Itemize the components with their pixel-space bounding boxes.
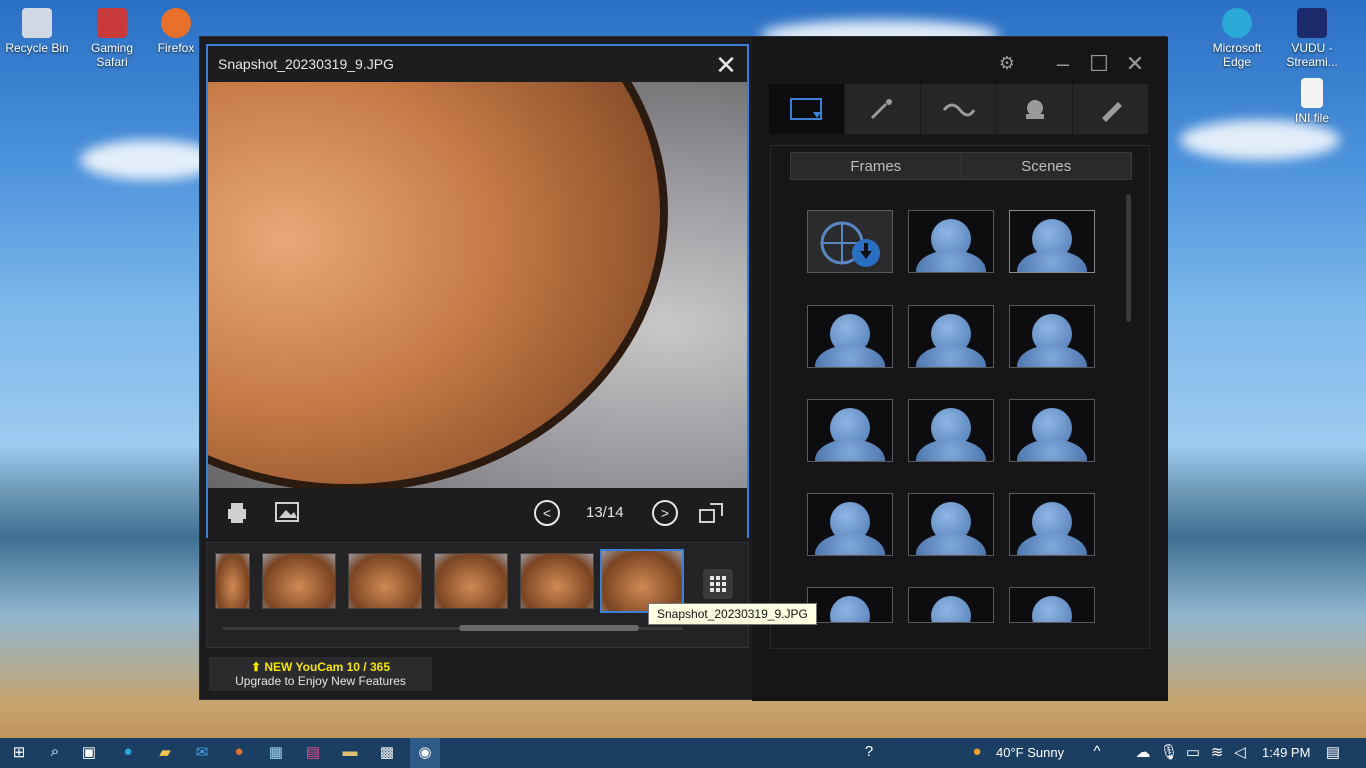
app-taskbar-icon[interactable]: ▤ (302, 743, 324, 763)
particle-effects-button[interactable] (921, 84, 997, 134)
promo-subtext: Upgrade to Enjoy New Features (235, 674, 406, 688)
frame-thumbnail[interactable] (908, 399, 994, 462)
frame-thumbnail[interactable] (908, 305, 994, 368)
penny-closeup (208, 82, 668, 488)
search-icon[interactable]: ⌕ (44, 743, 66, 763)
magic-effects-button[interactable] (845, 84, 921, 134)
archive-icon[interactable]: ▬ (339, 743, 361, 763)
desktop-icon-recycle-bin[interactable]: Recycle Bin (1, 8, 73, 55)
desktop-icon-gaming-safari[interactable]: Gaming Safari (76, 8, 148, 69)
edge-icon (1222, 8, 1252, 38)
particle-effects-icon (942, 103, 975, 117)
start-button[interactable]: ⊞ (8, 743, 30, 763)
battery-icon[interactable]: ▭ (1182, 743, 1204, 763)
frame-thumbnail[interactable] (908, 493, 994, 556)
weather-text[interactable]: 40°F Sunny (996, 745, 1064, 760)
thumbnail-tooltip: Snapshot_20230319_9.JPG (648, 603, 817, 625)
thumbnail[interactable] (348, 553, 422, 609)
cloud (1180, 120, 1340, 160)
thumbnail[interactable] (215, 553, 250, 609)
next-button[interactable]: > (652, 500, 678, 526)
avatar-effects-icon (1025, 100, 1044, 119)
frame-thumbnail[interactable] (1009, 493, 1095, 556)
photo-counter: 13/14 (586, 504, 624, 521)
frame-thumbnail[interactable] (1009, 210, 1095, 273)
desktop-icon-firefox[interactable]: Firefox (150, 8, 202, 55)
volume-icon[interactable]: ◁ (1229, 743, 1251, 763)
thumbnail[interactable] (262, 553, 336, 609)
promo-headline: ⬆ NEW YouCam 10 / 365 (250, 660, 390, 674)
task-view-icon[interactable]: ▣ (78, 743, 100, 763)
weather-sun-icon: ● (972, 743, 982, 760)
frame-thumbnail[interactable] (807, 587, 893, 623)
thumbnail[interactable] (434, 553, 508, 609)
frame-thumbnail[interactable] (807, 305, 893, 368)
fullscreen-icon[interactable] (698, 500, 726, 526)
previous-button[interactable]: < (534, 500, 560, 526)
onedrive-icon[interactable]: ☁ (1132, 743, 1154, 763)
firefox-taskbar-icon[interactable]: ● (228, 743, 250, 763)
frame-thumbnail[interactable] (807, 399, 893, 462)
microphone-icon[interactable]: 🎙 (1158, 743, 1180, 763)
tab-scenes[interactable]: Scenes (960, 153, 1131, 179)
magic-effects-icon (870, 99, 892, 120)
gaming-safari-icon (97, 8, 127, 38)
snapshot-photo (208, 82, 747, 488)
close-button[interactable]: ✕ (1120, 51, 1150, 77)
grid-icon (710, 576, 726, 592)
desktop-icon-ini-file[interactable]: INI file (1276, 78, 1348, 125)
frame-tool-icon (789, 98, 822, 120)
frames-scrollbar[interactable] (1126, 194, 1131, 322)
recycle-bin-icon (22, 8, 52, 38)
store-icon[interactable]: ▩ (376, 743, 398, 763)
viewer-title: Snapshot_20230319_9.JPG (218, 56, 394, 72)
frame-thumbnail[interactable] (1009, 399, 1095, 462)
chevron-up-icon[interactable]: ^ (1086, 743, 1108, 763)
ini-file-icon (1301, 78, 1323, 108)
download-frames-tile[interactable] (807, 210, 893, 273)
frames-scenes-tabs: Frames Scenes (790, 152, 1132, 180)
edge-taskbar-icon[interactable]: ● (117, 743, 139, 763)
frame-thumbnail[interactable] (1009, 305, 1095, 368)
firefox-icon (161, 8, 191, 38)
file-explorer-icon[interactable]: ▰ (154, 743, 176, 763)
print-icon[interactable] (224, 500, 250, 526)
frame-thumbnail[interactable] (908, 587, 994, 623)
draw-icon (1101, 102, 1122, 122)
wifi-icon[interactable]: ≋ (1206, 743, 1228, 763)
draw-button[interactable] (1073, 84, 1149, 134)
frame-thumbnail[interactable] (908, 210, 994, 273)
frame-thumbnail[interactable] (1009, 587, 1095, 623)
clock[interactable]: 1:49 PM (1262, 745, 1310, 760)
globe-download-icon (820, 221, 880, 267)
viewer-close-icon[interactable]: ✕ (711, 50, 741, 81)
tab-frames[interactable]: Frames (791, 153, 961, 179)
desktop-icon-vudu[interactable]: VUDU - Streami... (1276, 8, 1348, 69)
mail-icon[interactable]: ✉ (191, 743, 213, 763)
maximize-button[interactable]: ☐ (1084, 51, 1114, 77)
thumbnail[interactable] (520, 553, 594, 609)
filmstrip (206, 542, 749, 648)
viewer-controls: < 13/14 > (208, 488, 747, 538)
upgrade-arrow-icon: ⬆ (250, 660, 262, 674)
upgrade-promo[interactable]: ⬆ NEW YouCam 10 / 365 Upgrade to Enjoy N… (209, 657, 432, 691)
frame-thumbnail[interactable] (807, 493, 893, 556)
filmstrip-scroll-thumb[interactable] (459, 625, 639, 631)
notifications-icon[interactable]: ▤ (1322, 743, 1344, 763)
desktop-icon-edge[interactable]: Microsoft Edge (1201, 8, 1273, 69)
photo-viewer: Snapshot_20230319_9.JPG ✕ < 13/14 > (206, 44, 749, 538)
help-icon[interactable]: ? (858, 743, 880, 763)
settings-icon[interactable]: ⚙ (992, 53, 1022, 74)
taskbar: ⊞ ⌕ ▣ ● ▰ ✉ ● ▦ ▤ ▬ ▩ ◉ ? ● 40°F Sunny ^… (0, 738, 1366, 768)
avatar-effects-button[interactable] (997, 84, 1073, 134)
youcam-taskbar-icon[interactable]: ◉ (410, 738, 440, 768)
frame-tool-button[interactable] (769, 84, 845, 134)
image-edit-icon[interactable] (274, 500, 302, 526)
control-panel-icon[interactable]: ▦ (265, 743, 287, 763)
effects-toolbar (769, 84, 1149, 134)
minimize-button[interactable]: – (1048, 51, 1078, 77)
vudu-icon (1297, 8, 1327, 38)
grid-view-button[interactable] (703, 569, 733, 599)
